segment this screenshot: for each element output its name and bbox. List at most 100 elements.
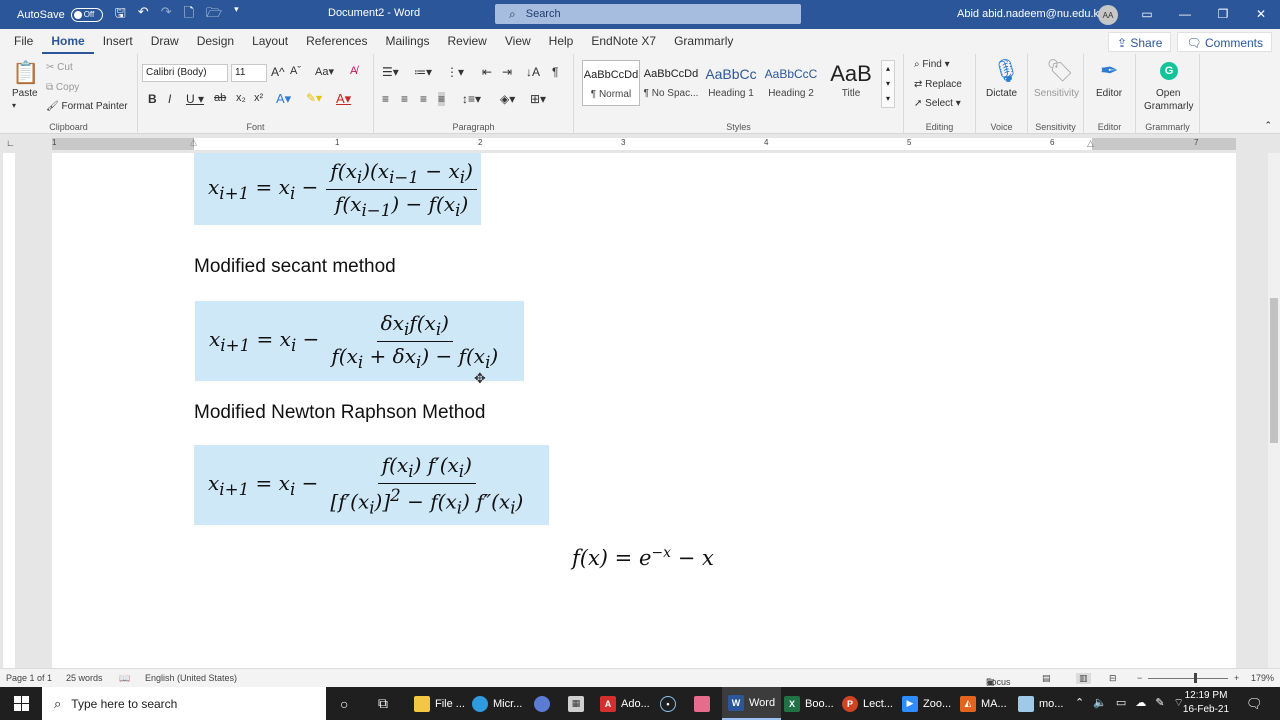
scrollbar-thumb[interactable] bbox=[1270, 298, 1278, 443]
shading-icon[interactable]: ◈▾ bbox=[500, 92, 515, 106]
tab-endnote[interactable]: EndNote X7 bbox=[582, 29, 665, 54]
taskbar-item-excel[interactable]: X Boo... bbox=[784, 687, 834, 720]
styles-scroll[interactable]: ▴ ▾ ▾ bbox=[881, 60, 895, 108]
copy-button[interactable]: ⧉ Copy bbox=[46, 82, 79, 93]
function-equation[interactable]: f(x) = e−x − x bbox=[572, 545, 714, 570]
zoom-slider[interactable] bbox=[1148, 678, 1228, 679]
undo-icon[interactable]: ↶ bbox=[138, 4, 149, 26]
share-button[interactable]: ⇪ Share bbox=[1107, 32, 1172, 52]
editor-icon[interactable]: ✒ bbox=[1100, 58, 1118, 84]
task-view-icon[interactable]: ⧉ bbox=[378, 687, 388, 720]
close-icon[interactable]: ✕ bbox=[1242, 0, 1280, 29]
taskbar-item-recorder[interactable]: • bbox=[660, 687, 681, 720]
taskbar-item-acrobat[interactable]: A Ado... bbox=[600, 687, 650, 720]
tab-draw[interactable]: Draw bbox=[142, 29, 188, 54]
paste-dropdown-icon[interactable]: ▾ bbox=[12, 101, 16, 110]
avatar[interactable]: AA bbox=[1098, 5, 1118, 25]
show-formatting-icon[interactable]: ¶ bbox=[552, 65, 558, 79]
cortana-icon[interactable]: ○ bbox=[340, 687, 348, 720]
highlight-icon[interactable]: ✎▾ bbox=[306, 91, 322, 105]
cloud-icon[interactable]: ☁ bbox=[1135, 696, 1146, 710]
italic-icon[interactable]: I bbox=[168, 92, 171, 106]
numbering-icon[interactable]: ≔▾ bbox=[414, 65, 432, 79]
font-color-icon[interactable]: A▾ bbox=[336, 91, 351, 107]
zoom-in-icon[interactable]: + bbox=[1234, 673, 1239, 683]
notifications-icon[interactable]: 🗨 bbox=[1246, 687, 1263, 720]
page-count[interactable]: Page 1 of 1 bbox=[6, 673, 52, 683]
sensitivity-button[interactable]: Sensitivity bbox=[1034, 88, 1079, 99]
tab-mailings[interactable]: Mailings bbox=[376, 29, 438, 54]
change-case-icon[interactable]: Aa▾ bbox=[315, 65, 334, 78]
font-family-select[interactable]: Calibri (Body) bbox=[142, 64, 228, 82]
maximize-icon[interactable]: ❐ bbox=[1204, 0, 1242, 29]
customize-toolbar-icon[interactable]: ▾ bbox=[234, 4, 239, 26]
cut-button[interactable]: ✂ Cut bbox=[46, 62, 73, 73]
redo-icon[interactable]: ↷ bbox=[161, 4, 172, 26]
tab-grammarly[interactable]: Grammarly bbox=[665, 29, 742, 54]
subscript-icon[interactable]: x₂ bbox=[236, 92, 246, 104]
find-button[interactable]: ⌕ Find ▾ bbox=[914, 59, 950, 70]
language[interactable]: English (United States) bbox=[145, 673, 237, 683]
taskbar-item-matlab[interactable]: ◭ MA... bbox=[960, 687, 1007, 720]
taskbar-item-calculator[interactable]: ▦ bbox=[568, 687, 589, 720]
search-box[interactable]: ⌕ Search bbox=[495, 4, 801, 24]
microphone-icon[interactable]: 🎙 bbox=[992, 58, 1020, 84]
save-icon[interactable]: 🖫 bbox=[115, 4, 126, 26]
vertical-scrollbar[interactable] bbox=[1268, 153, 1280, 668]
proofing-icon[interactable]: 📖 bbox=[119, 673, 130, 684]
heading-modified-newton[interactable]: Modified Newton Raphson Method bbox=[194, 402, 486, 424]
dictate-button[interactable]: Dictate bbox=[986, 88, 1017, 99]
new-document-icon[interactable]: 🗋 bbox=[184, 4, 194, 26]
tab-design[interactable]: Design bbox=[188, 29, 243, 54]
tab-review[interactable]: Review bbox=[439, 29, 496, 54]
line-spacing-icon[interactable]: ↕≡▾ bbox=[462, 92, 481, 106]
shrink-font-icon[interactable]: Aˇ bbox=[290, 65, 301, 77]
align-left-icon[interactable]: ≡ bbox=[382, 92, 389, 106]
bold-icon[interactable]: B bbox=[148, 92, 157, 106]
paste-button[interactable]: Paste bbox=[12, 88, 38, 99]
grow-font-icon[interactable]: A^ bbox=[271, 65, 285, 79]
strikethrough-icon[interactable]: ab bbox=[214, 92, 226, 104]
font-size-select[interactable]: 11 bbox=[231, 64, 267, 82]
heading-modified-secant[interactable]: Modified secant method bbox=[194, 256, 396, 278]
web-layout-icon[interactable]: ⊟ bbox=[1109, 673, 1117, 684]
volume-icon[interactable]: 🔈 bbox=[1093, 696, 1107, 710]
sensitivity-icon[interactable]: 🏷 bbox=[1046, 58, 1074, 84]
battery-icon[interactable]: ▭ bbox=[1116, 696, 1126, 710]
read-mode-icon[interactable]: ▤ bbox=[1042, 673, 1051, 684]
multilevel-list-icon[interactable]: ⋮▾ bbox=[446, 65, 464, 79]
paste-icon[interactable]: 📋 bbox=[12, 60, 39, 86]
increase-indent-icon[interactable]: ⇥ bbox=[502, 65, 512, 79]
vertical-ruler[interactable] bbox=[3, 153, 15, 668]
minimize-icon[interactable]: — bbox=[1166, 0, 1204, 29]
collapse-ribbon-icon[interactable]: ⌃ bbox=[1264, 120, 1272, 131]
print-layout-icon[interactable]: ▥ bbox=[1076, 673, 1091, 684]
taskbar-item-file-explorer[interactable]: File ... bbox=[414, 687, 465, 720]
equation-secant-image[interactable]: xi+1 = xi − f(xi)(xi−1 − xi) f(xi−1) − f… bbox=[194, 153, 481, 225]
right-indent-marker-icon[interactable]: △ bbox=[1087, 138, 1094, 149]
open-grammarly-line1[interactable]: Open bbox=[1156, 88, 1180, 99]
align-right-icon[interactable]: ≡ bbox=[420, 92, 427, 106]
taskbar-item-word[interactable]: W Word bbox=[722, 687, 782, 720]
align-center-icon[interactable]: ≡ bbox=[401, 92, 408, 106]
style-no-spacing[interactable]: AaBbCcDd ¶ No Spac... bbox=[642, 60, 700, 106]
taskbar-item-zoom[interactable]: ▶ Zoo... bbox=[902, 687, 951, 720]
tab-insert[interactable]: Insert bbox=[94, 29, 142, 54]
start-button[interactable] bbox=[0, 687, 42, 720]
zoom-slider-thumb[interactable] bbox=[1194, 673, 1197, 683]
style-heading-2[interactable]: AaBbCcC Heading 2 bbox=[762, 60, 820, 106]
chevron-up-icon[interactable]: ⌃ bbox=[1075, 696, 1084, 710]
open-grammarly-line2[interactable]: Grammarly bbox=[1144, 101, 1193, 112]
comments-button[interactable]: 🗨 Comments bbox=[1177, 32, 1272, 52]
equation-modified-secant-image[interactable]: xi+1 = xi − δxif(xi) f(xi + δxi) − f(xi) bbox=[195, 301, 524, 381]
taskbar-item-powerpoint[interactable]: P Lect... bbox=[842, 687, 893, 720]
style-normal[interactable]: AaBbCcDd ¶ Normal bbox=[582, 60, 640, 106]
tab-view[interactable]: View bbox=[496, 29, 540, 54]
format-painter-button[interactable]: 🖌 Format Painter bbox=[46, 101, 128, 112]
horizontal-ruler[interactable]: ∟ 1 1 2 3 4 5 6 7 ⏃ △ bbox=[0, 135, 1280, 153]
tab-home[interactable]: Home bbox=[42, 29, 94, 54]
ribbon-display-icon[interactable]: ▭ bbox=[1128, 0, 1166, 29]
bullets-icon[interactable]: ☰▾ bbox=[382, 65, 399, 79]
user-account[interactable]: Abid abid.nadeem@nu.edu.kz bbox=[957, 8, 1105, 20]
taskbar-item-notepad[interactable]: mo... bbox=[1018, 687, 1063, 720]
